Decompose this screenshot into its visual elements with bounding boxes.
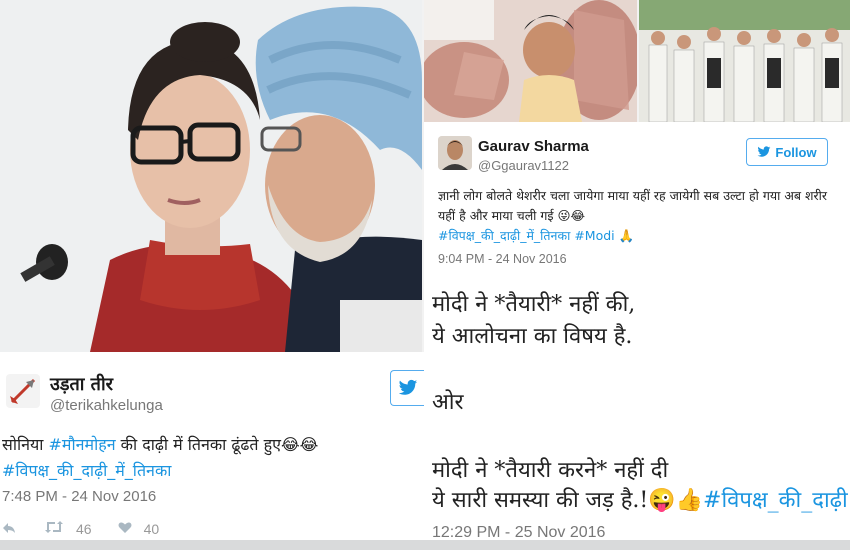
tweet-card-left: उड़ता तीर @terikahkelunga सोनिया #मौनमोह…: [0, 352, 424, 550]
message-line: ओर: [432, 390, 464, 415]
heart-icon[interactable]: [118, 521, 132, 537]
photo-illustration: [0, 0, 422, 352]
bottom-border: [0, 540, 850, 550]
message-line: ये सारी समस्या की जड़ है.!😜👍: [432, 488, 704, 513]
photo-sonia-manmohan: [0, 0, 422, 352]
tweet-author-handle[interactable]: @Ggaurav1122: [478, 158, 569, 173]
hashtag-link[interactable]: #मौनमोहन: [49, 435, 116, 454]
avatar[interactable]: [438, 136, 472, 170]
photo-mayawati-money: [424, 0, 637, 122]
twitter-bird-icon: [398, 379, 417, 395]
tweet-timestamp[interactable]: 9:04 PM - 24 Nov 2016: [438, 252, 567, 266]
retweet-count: 46: [76, 520, 92, 537]
twitter-bird-icon: [757, 146, 771, 157]
hashtag-link[interactable]: #Modi: [574, 228, 614, 243]
hashtag-link[interactable]: #विपक्ष_की_दाढ़ी_में_तिनका: [2, 461, 171, 480]
message-line: मोदी ने *तैयारी* नहीं की,: [432, 292, 636, 317]
tweet-text: सोनिया #मौनमोहन की दाढ़ी में तिनका ढूंढत…: [2, 432, 422, 484]
tweet-actions: 46 40: [2, 520, 159, 537]
tweet-text: ज्ञानी लोग बोलते थेशरीर चला जायेगा माया …: [438, 186, 842, 246]
tweet-author-handle[interactable]: @terikahkelunga: [50, 397, 163, 414]
tweet-author-name[interactable]: उड़ता तीर: [50, 372, 113, 396]
avatar[interactable]: [6, 374, 40, 408]
message-line: ये आलोचना का विषय है.: [432, 324, 633, 349]
text-message-card: मोदी ने *तैयारी* नहीं की, ये आलोचना का व…: [424, 274, 850, 550]
photo-politicians-group: [639, 0, 850, 122]
emoji: 🙏: [618, 228, 635, 243]
retweet-icon[interactable]: [44, 520, 64, 537]
message-line-with-hashtag: ये सारी समस्या की जड़ है.!😜👍#विपक्ष_की_द…: [432, 484, 848, 514]
follow-label: Follow: [775, 144, 817, 160]
profile-photo-icon: [438, 136, 472, 170]
photo-group-illustration: [639, 0, 850, 122]
hashtag-link[interactable]: #विपक्ष_की_दाढ़ी_में_तिनका: [438, 228, 570, 243]
reply-icon[interactable]: [2, 521, 16, 537]
tweet-text-rest: की दाढ़ी में तिनका ढूंढते हुए😂😂: [115, 435, 319, 454]
tweet-card-right: Gaurav Sharma @Ggaurav1122 Follow ज्ञानी…: [424, 122, 850, 274]
follow-button[interactable]: [390, 370, 424, 406]
message-line: मोदी ने *तैयारी करने* नहीं दी: [432, 458, 669, 483]
photo-money-illustration: [424, 0, 637, 122]
tweet-author-name[interactable]: Gaurav Sharma: [478, 138, 589, 155]
tweet-timestamp[interactable]: 7:48 PM - 24 Nov 2016: [2, 488, 156, 505]
tweet-text-start: सोनिया: [2, 435, 49, 454]
hashtag-link[interactable]: #विपक्ष_की_दाढ़ी: [703, 488, 848, 513]
follow-button[interactable]: Follow: [746, 138, 828, 166]
tweet-text-body: ज्ञानी लोग बोलते थेशरीर चला जायेगा माया …: [438, 188, 827, 223]
arrow-avatar-icon: [10, 378, 36, 404]
like-count: 40: [143, 520, 160, 537]
